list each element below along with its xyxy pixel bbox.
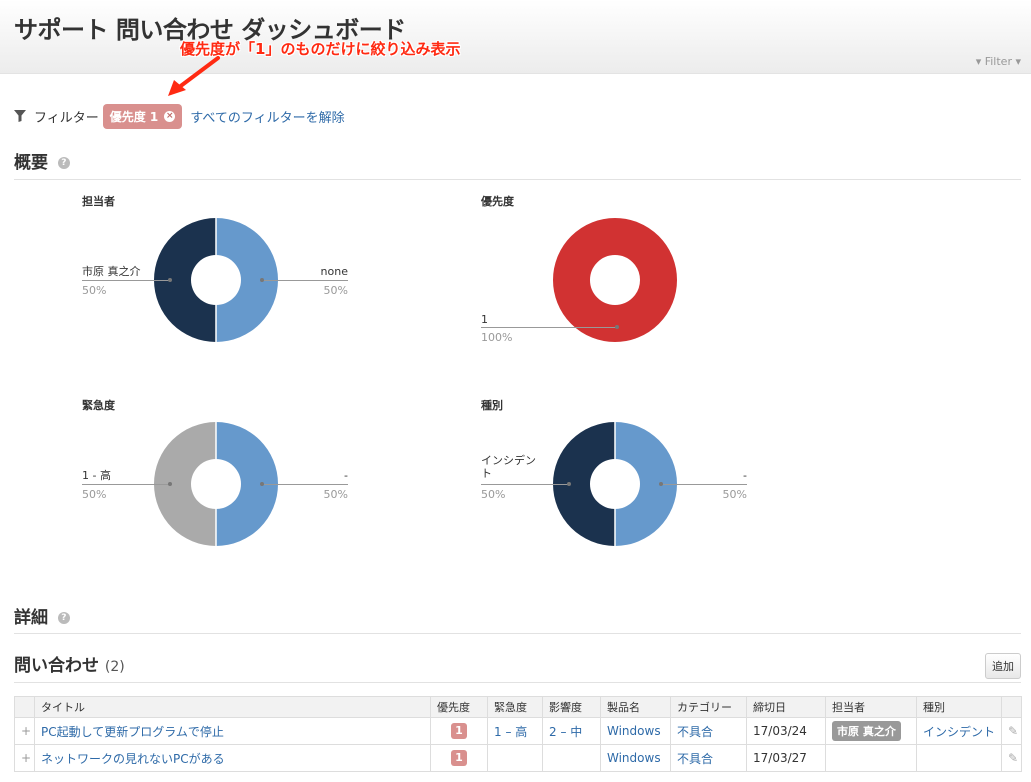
expand-row-icon[interactable]: + xyxy=(14,717,35,745)
assignee-donut-chart: 担当者 市原 真之介 50% none 50% xyxy=(82,193,432,383)
funnel-icon: ▾ xyxy=(975,55,982,68)
details-title: 詳細 xyxy=(14,608,48,628)
leader-dot xyxy=(260,482,264,486)
help-icon[interactable]: ? xyxy=(57,157,70,169)
leader-line xyxy=(262,280,348,281)
title-link[interactable]: ネットワークの見れないPCがある xyxy=(41,752,225,766)
annotation-arrow-icon xyxy=(168,56,220,96)
chart-title: 緊急度 xyxy=(82,399,115,412)
filter-menu-label: Filter xyxy=(984,55,1012,68)
clear-all-filters-link[interactable]: すべてのフィルターを解除 xyxy=(190,107,344,126)
help-icon[interactable]: ? xyxy=(57,612,70,624)
filter-chip-label: 優先度 1 xyxy=(109,109,159,124)
slice-label: none xyxy=(320,265,348,278)
dashboard-header: サポート 問い合わせ ダッシュボード ▾ Filter ▾ xyxy=(0,0,1031,74)
table-row: + PC起動して更新プログラムで停止 1 1 – 高 2 – 中 Windows… xyxy=(14,717,1022,745)
column-header-title[interactable]: タイトル xyxy=(34,696,431,718)
column-header-urgency[interactable]: 緊急度 xyxy=(487,696,543,718)
urgency-donut-chart: 緊急度 1 - 高 50% - 50% xyxy=(82,397,432,587)
title-link[interactable]: PC起動して更新プログラムで停止 xyxy=(41,725,224,739)
column-header-due[interactable]: 締切日 xyxy=(746,696,826,718)
expand-row-icon[interactable]: + xyxy=(14,744,35,772)
leader-line xyxy=(82,484,170,485)
leader-dot xyxy=(168,278,172,282)
filter-label: フィルター xyxy=(34,110,99,126)
edit-pencil-icon[interactable]: ✎ xyxy=(1001,717,1022,745)
slice-label: インシデント xyxy=(481,454,536,480)
inquiries-title: 問い合わせ xyxy=(14,656,99,676)
table-row: + ネットワークの見れないPCがある 1 Windows 不具合 17/03/2… xyxy=(14,744,1022,772)
chevron-down-icon: ▾ xyxy=(1015,55,1021,68)
category-link[interactable]: 不具合 xyxy=(677,752,713,766)
column-header xyxy=(14,696,35,718)
column-header-category[interactable]: カテゴリー xyxy=(670,696,747,718)
table-header-row: タイトル 優先度 緊急度 影響度 製品名 カテゴリー 締切日 担当者 種別 xyxy=(14,696,1022,718)
slice-label: - xyxy=(743,469,747,482)
inquiries-heading: 問い合わせ (2) xyxy=(14,651,125,676)
add-button[interactable]: 追加 xyxy=(985,653,1021,679)
product-link[interactable]: Windows xyxy=(607,751,661,765)
column-header xyxy=(1001,696,1022,718)
overview-heading: 概要 ? xyxy=(14,148,70,173)
slice-percent: 50% xyxy=(323,488,348,501)
leader-dot xyxy=(659,482,663,486)
category-link[interactable]: 不具合 xyxy=(677,725,713,739)
filter-menu[interactable]: ▾ Filter ▾ xyxy=(976,55,1021,68)
urgency-link[interactable]: 1 – 高 xyxy=(494,725,527,739)
inquiries-count: (2) xyxy=(104,659,125,675)
leader-line xyxy=(481,484,569,485)
slice-label: 1 xyxy=(481,313,488,326)
slice-percent: 50% xyxy=(481,488,506,501)
chart-title: 担当者 xyxy=(82,195,115,208)
column-header-assignee[interactable]: 担当者 xyxy=(825,696,917,718)
slice-percent: 50% xyxy=(82,488,107,501)
overview-title: 概要 xyxy=(14,153,48,173)
product-link[interactable]: Windows xyxy=(607,724,661,738)
chart-title: 優先度 xyxy=(481,195,514,208)
leader-line xyxy=(661,484,747,485)
filter-bar: フィルター 優先度 1 × すべてのフィルターを解除 xyxy=(14,103,345,129)
slice-percent: 50% xyxy=(722,488,747,501)
leader-dot xyxy=(168,482,172,486)
divider xyxy=(14,682,1021,683)
type-cell xyxy=(916,744,1002,772)
divider xyxy=(14,633,1021,634)
type-donut-chart: 種別 インシデント 50% - 50% xyxy=(481,397,831,587)
funnel-icon xyxy=(14,110,26,122)
donut-slice[interactable] xyxy=(553,218,677,342)
column-header-type[interactable]: 種別 xyxy=(916,696,1002,718)
leader-line xyxy=(82,280,170,281)
active-filter-chip[interactable]: 優先度 1 × xyxy=(102,103,183,129)
slice-percent: 50% xyxy=(82,284,107,297)
edit-pencil-icon[interactable]: ✎ xyxy=(1001,744,1022,772)
leader-dot xyxy=(260,278,264,282)
column-header-product[interactable]: 製品名 xyxy=(600,696,671,718)
leader-line xyxy=(481,327,617,328)
priority-badge: 1 xyxy=(451,750,467,766)
priority-badge: 1 xyxy=(451,723,467,739)
leader-dot xyxy=(567,482,571,486)
impact-link[interactable]: 2 – 中 xyxy=(549,725,582,739)
slice-label: - xyxy=(344,469,348,482)
donut-svg xyxy=(553,218,677,342)
divider xyxy=(14,179,1021,180)
leader-dot xyxy=(615,325,619,329)
details-heading: 詳細 ? xyxy=(14,603,70,628)
assignee-badge: 市原 真之介 xyxy=(832,721,901,741)
inquiries-table: タイトル 優先度 緊急度 影響度 製品名 カテゴリー 締切日 担当者 種別 + … xyxy=(14,696,1022,772)
due-date: 17/03/24 xyxy=(746,717,826,745)
slice-label: 1 - 高 xyxy=(82,469,111,482)
slice-label: 市原 真之介 xyxy=(82,265,141,278)
assignee-cell xyxy=(825,744,917,772)
slice-percent: 100% xyxy=(481,331,513,344)
priority-donut-chart: 優先度 1 100% xyxy=(481,193,831,383)
slice-percent: 50% xyxy=(323,284,348,297)
due-date: 17/03/27 xyxy=(746,744,826,772)
chart-title: 種別 xyxy=(481,399,503,412)
column-header-priority[interactable]: 優先度 xyxy=(430,696,488,718)
remove-filter-icon[interactable]: × xyxy=(164,110,176,122)
leader-line xyxy=(262,484,348,485)
column-header-impact[interactable]: 影響度 xyxy=(542,696,601,718)
type-link[interactable]: インシデント xyxy=(923,725,995,739)
